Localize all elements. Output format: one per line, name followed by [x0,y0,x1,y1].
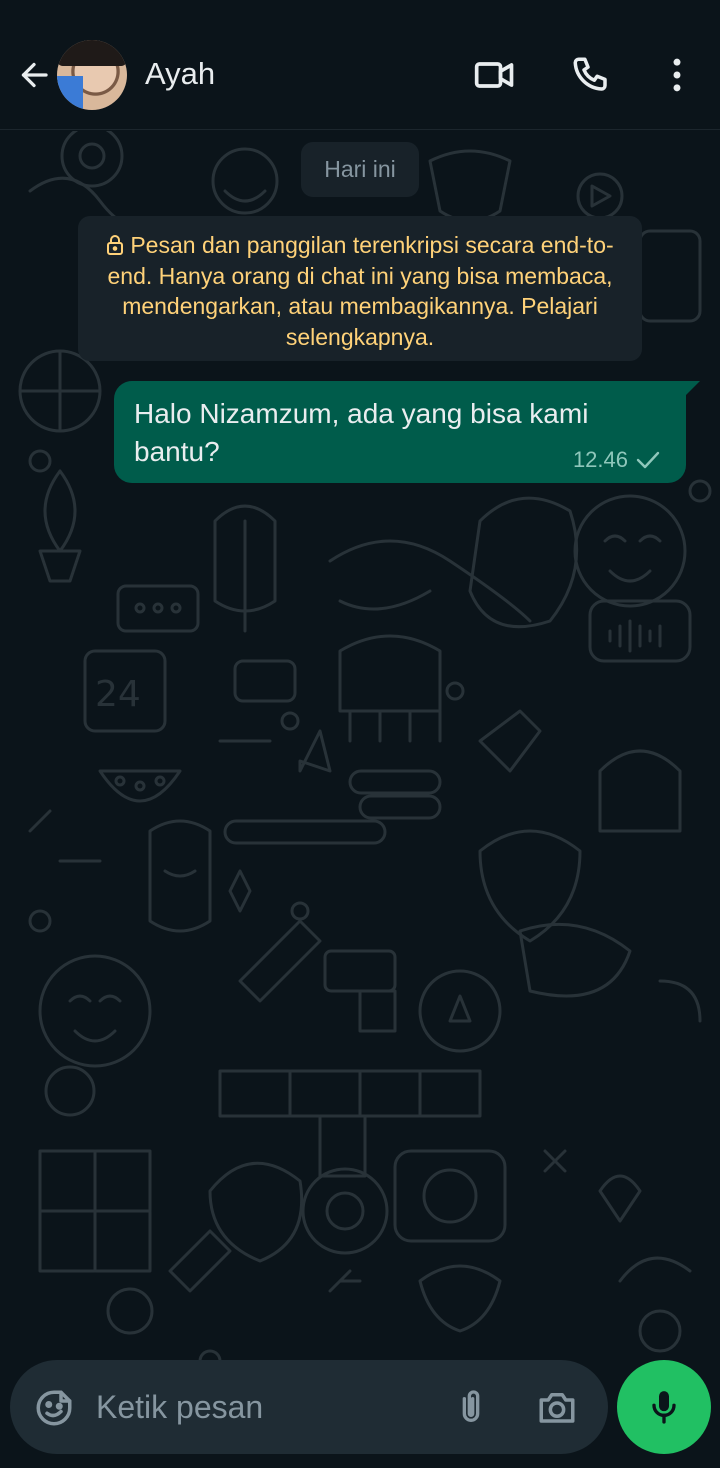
encryption-notice[interactable]: Pesan dan panggilan terenkripsi secara e… [78,216,642,361]
video-camera-icon [474,62,514,88]
date-chip: Hari ini [301,142,419,197]
svg-text:24: 24 [95,674,141,715]
attach-button[interactable] [446,1382,496,1432]
message-meta: 12.46 [573,447,660,473]
outgoing-message[interactable]: Halo Nizamzum, ada yang bisa kami bantu?… [114,381,700,483]
paperclip-icon [462,1390,480,1422]
contact-name[interactable]: Ayah [145,56,215,92]
message-time: 12.46 [572,447,628,472]
sticker-icon [36,1390,72,1426]
back-button[interactable] [14,55,54,95]
more-vertical-icon [673,58,681,92]
camera-button[interactable] [532,1382,582,1432]
voice-call-button[interactable] [568,52,614,98]
lock-icon [107,235,124,255]
phone-icon [573,57,607,91]
bubble-tail [686,381,700,395]
microphone-icon [652,1391,676,1424]
more-options-button[interactable] [654,52,700,98]
arrow-left-icon [21,62,48,88]
camera-icon [539,1393,575,1423]
video-call-button[interactable] [472,52,518,98]
sticker-button[interactable] [32,1386,76,1430]
contact-avatar[interactable] [57,40,127,110]
voice-message-button[interactable] [617,1360,711,1454]
chat-screen: 24 Ayah Hari ini Pesan dan panggilan ter… [0,0,720,1468]
single-check-icon [636,451,660,469]
encryption-notice-text: Pesan dan panggilan terenkripsi secara e… [107,232,614,350]
message-input[interactable] [96,1382,426,1432]
message-composer [10,1360,608,1454]
chat-header: Ayah [0,0,720,130]
